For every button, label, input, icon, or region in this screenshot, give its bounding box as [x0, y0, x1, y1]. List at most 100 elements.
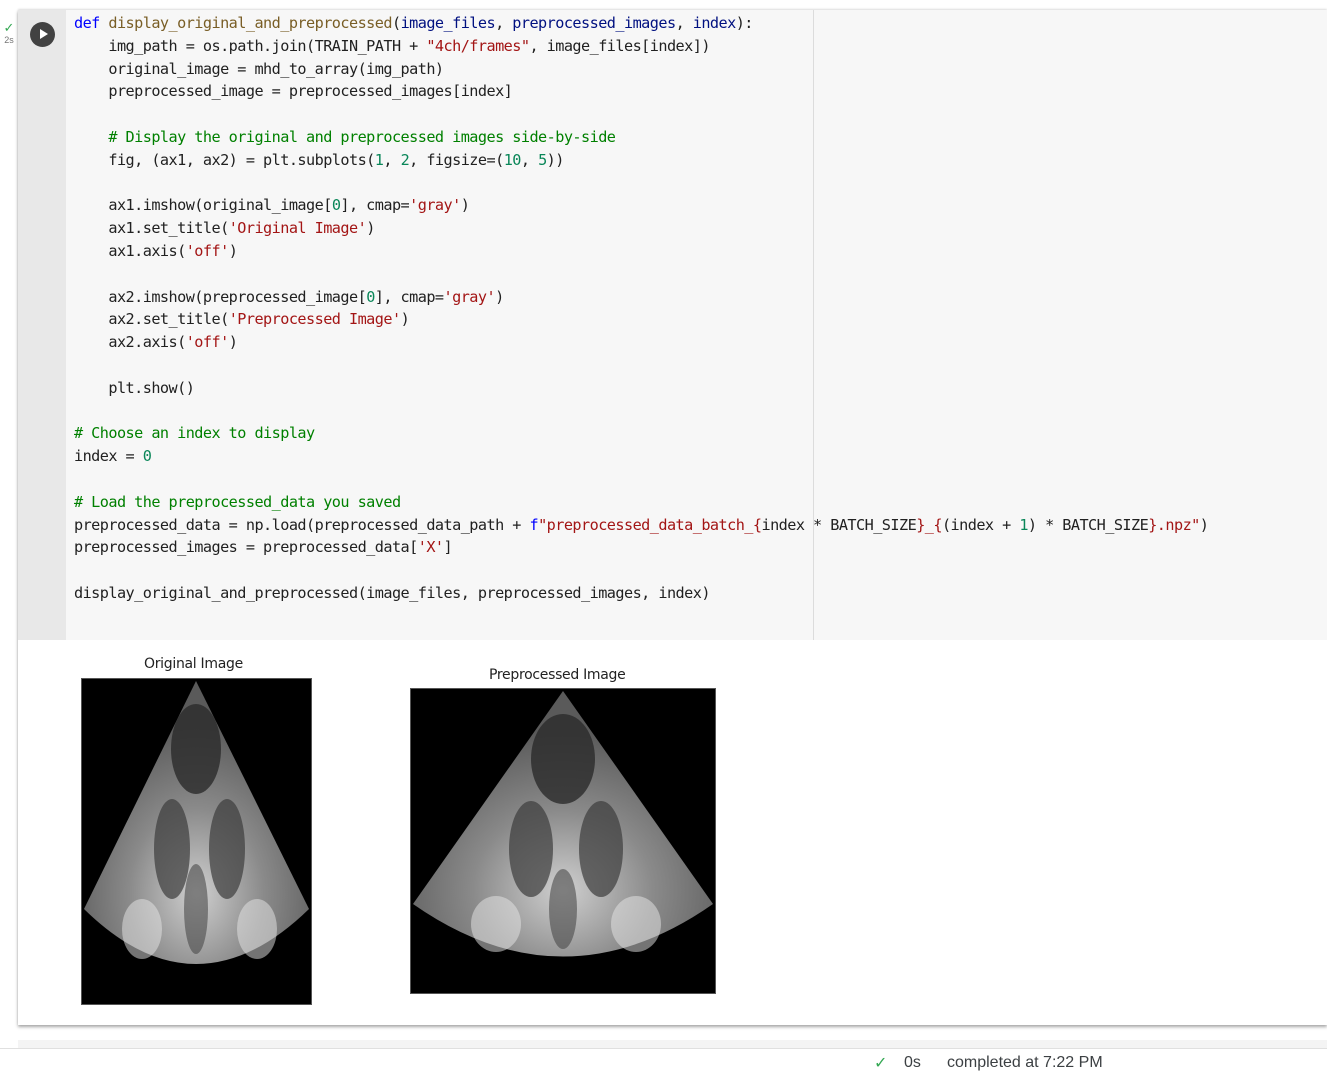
- code-token: ) * BATCH_SIZE: [1027, 515, 1149, 534]
- code-token: }.npz": [1148, 515, 1200, 534]
- code-token: (index +: [941, 515, 1020, 534]
- code-token: ,: [520, 150, 539, 169]
- code-line: ax2.set_title('Preprocessed Image'): [74, 308, 1208, 331]
- code-token: plt.show(): [74, 378, 195, 397]
- code-token: ], cmap=: [374, 287, 444, 306]
- code-token: ax1.imshow(original_image[: [74, 196, 332, 215]
- code-token: ax2.set_title(: [74, 310, 229, 329]
- code-line: # Display the original and preprocessed …: [74, 126, 1208, 149]
- code-token: }_{: [916, 515, 942, 534]
- code-token: 'off': [185, 241, 230, 260]
- code-token: img_path = os.path.join(TRAIN_PATH +: [74, 36, 427, 55]
- status-bar: ✓ 0s completed at 7:22 PM: [0, 1048, 1327, 1074]
- cell-output: Original Image Preprocessed Image: [18, 640, 1327, 1025]
- code-token: (: [391, 14, 401, 32]
- code-token: 'gray': [409, 196, 461, 215]
- code-token: 10: [503, 150, 522, 169]
- code-token: f: [529, 515, 539, 534]
- code-line: # Choose an index to display: [74, 422, 1208, 445]
- code-token: # Display the original and preprocessed …: [108, 127, 616, 146]
- code-line: def display_original_and_preprocessed(im…: [74, 12, 1208, 35]
- code-token: ): [495, 287, 504, 306]
- code-token: fig, (ax1, ax2) = plt.subplots(: [74, 150, 375, 169]
- code-token: ax1.set_title(: [74, 219, 229, 238]
- check-icon: ✓: [3, 20, 15, 35]
- execution-time: 2s: [4, 35, 14, 45]
- code-line: # Load the preprocessed_data you saved: [74, 491, 1208, 514]
- code-line: index = 0: [74, 445, 1208, 468]
- figure-title-original: Original Image: [144, 656, 243, 672]
- code-line: plt.show(): [74, 377, 1208, 400]
- code-token: 2: [400, 150, 410, 169]
- code-token: preprocessed_images: [512, 14, 676, 32]
- code-token: 'gray': [443, 287, 496, 306]
- run-cell-button[interactable]: [30, 22, 55, 47]
- code-token: ax2.axis(: [74, 333, 186, 352]
- code-token: index: [692, 14, 737, 32]
- code-token: def: [74, 14, 100, 32]
- figure-title-preprocessed: Preprocessed Image: [489, 667, 626, 683]
- code-token: index =: [74, 447, 143, 466]
- code-token: 5: [538, 150, 547, 169]
- next-cell-edge: [18, 1040, 1327, 1048]
- code-token: 'X': [417, 538, 444, 557]
- code-line: fig, (ax1, ax2) = plt.subplots(1, 2, fig…: [74, 149, 1208, 172]
- code-content[interactable]: def display_original_and_preprocessed(im…: [74, 12, 1209, 605]
- code-token: preprocessed_images = preprocessed_data[: [74, 538, 418, 557]
- code-token: ,: [383, 150, 401, 169]
- code-token: ,: [495, 14, 513, 32]
- code-token: 'off': [185, 333, 230, 352]
- code-token: 1: [1019, 515, 1028, 534]
- code-token: ax2.imshow(preprocessed_image[: [74, 287, 367, 306]
- completion-status: completed at 7:22 PM: [947, 1054, 1103, 1071]
- run-duration: 0s: [904, 1054, 921, 1071]
- code-token: index * BATCH_SIZE: [761, 515, 917, 534]
- cell-gutter: [18, 10, 66, 640]
- code-token: ): [366, 219, 375, 238]
- code-token: 'Original Image': [228, 219, 367, 238]
- code-token: original_image = mhd_to_array(img_path): [74, 59, 444, 78]
- code-line: img_path = os.path.join(TRAIN_PATH + "4c…: [74, 35, 1208, 58]
- code-token: image_files: [400, 14, 496, 32]
- code-token: display_original_and_preprocessed(image_…: [74, 583, 710, 602]
- check-icon: ✓: [874, 1055, 888, 1072]
- code-line: ax2.axis('off'): [74, 331, 1208, 354]
- code-token: ): [400, 310, 410, 329]
- top-strip: [0, 0, 1327, 10]
- code-token: ax1.axis(: [74, 241, 186, 260]
- code-token: 0: [142, 447, 152, 466]
- code-token: ): [1199, 515, 1209, 534]
- code-token: , image_files[index]): [529, 36, 710, 55]
- code-token: ): [228, 333, 238, 352]
- code-line: original_image = mhd_to_array(img_path): [74, 58, 1208, 81]
- code-token: ): [228, 241, 238, 260]
- code-token: # Load the preprocessed_data you saved: [74, 492, 401, 511]
- code-token: ):: [735, 14, 754, 32]
- code-token: , figsize=(: [409, 150, 504, 169]
- code-token: # Choose an index to display: [74, 424, 315, 443]
- code-line: ax1.set_title('Original Image'): [74, 217, 1208, 240]
- code-token: preprocessed_image = preprocessed_images…: [74, 82, 513, 101]
- code-line: ax2.imshow(preprocessed_image[0], cmap='…: [74, 286, 1208, 309]
- code-token: display_original_and_preprocessed: [108, 14, 392, 32]
- execution-status: ✓ 2s: [0, 20, 18, 45]
- code-line: ax1.axis('off'): [74, 240, 1208, 263]
- code-line: preprocessed_image = preprocessed_images…: [74, 80, 1208, 103]
- code-token: )): [546, 150, 565, 169]
- code-token: preprocessed_data = np.load(preprocessed…: [74, 515, 530, 534]
- code-token: 0: [366, 287, 375, 306]
- code-line: preprocessed_data = np.load(preprocessed…: [74, 514, 1209, 537]
- code-token: "4ch/frames": [426, 36, 530, 55]
- code-line: ax1.imshow(original_image[0], cmap='gray…: [74, 194, 1208, 217]
- code-token: ): [460, 196, 470, 215]
- code-token: ]: [443, 538, 453, 557]
- code-token: ,: [675, 14, 693, 32]
- code-token: 'Preprocessed Image': [228, 310, 401, 329]
